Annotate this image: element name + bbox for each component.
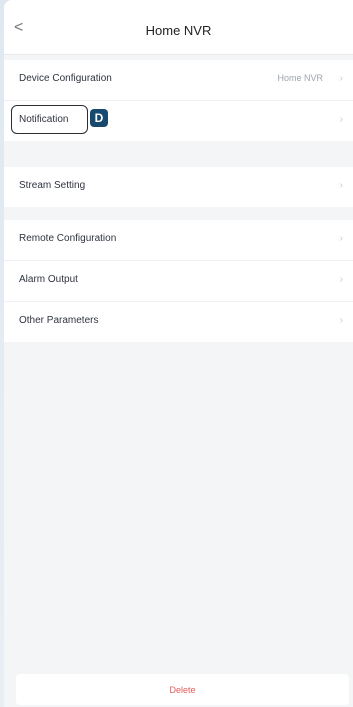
row-label: Stream Setting: [19, 180, 86, 191]
settings-group-remote: Remote Configuration › Alarm Output › Ot…: [4, 220, 353, 342]
settings-row-alarm-output[interactable]: Alarm Output ›: [4, 261, 353, 302]
chevron-right-icon: ›: [339, 180, 343, 191]
settings-row-device-configuration[interactable]: Device Configuration Home NVR ›: [4, 60, 353, 101]
focus-badge: D: [90, 109, 108, 127]
row-label: Remote Configuration: [19, 233, 117, 244]
focus-highlight: [11, 105, 88, 134]
row-label: Device Configuration: [19, 73, 112, 84]
chevron-right-icon: ›: [339, 274, 343, 285]
row-label: Alarm Output: [19, 274, 78, 285]
chevron-right-icon: ›: [339, 233, 343, 244]
header-bar: < Home NVR: [4, 0, 353, 55]
page-title: Home NVR: [145, 23, 212, 38]
row-value: Home NVR: [277, 73, 323, 83]
settings-row-stream-setting[interactable]: Stream Setting ›: [4, 167, 353, 207]
app-screen: < Home NVR Device Configuration Home NVR…: [0, 0, 353, 707]
chevron-right-icon: ›: [339, 315, 343, 326]
delete-container: Delete: [16, 674, 349, 705]
row-label: Other Parameters: [19, 315, 99, 326]
delete-button[interactable]: Delete: [16, 674, 349, 705]
chevron-right-icon: ›: [339, 73, 343, 84]
settings-row-remote-configuration[interactable]: Remote Configuration ›: [4, 220, 353, 261]
settings-row-other-parameters[interactable]: Other Parameters ›: [4, 302, 353, 342]
chevron-right-icon: ›: [339, 114, 343, 125]
settings-group-stream: Stream Setting ›: [4, 167, 353, 207]
